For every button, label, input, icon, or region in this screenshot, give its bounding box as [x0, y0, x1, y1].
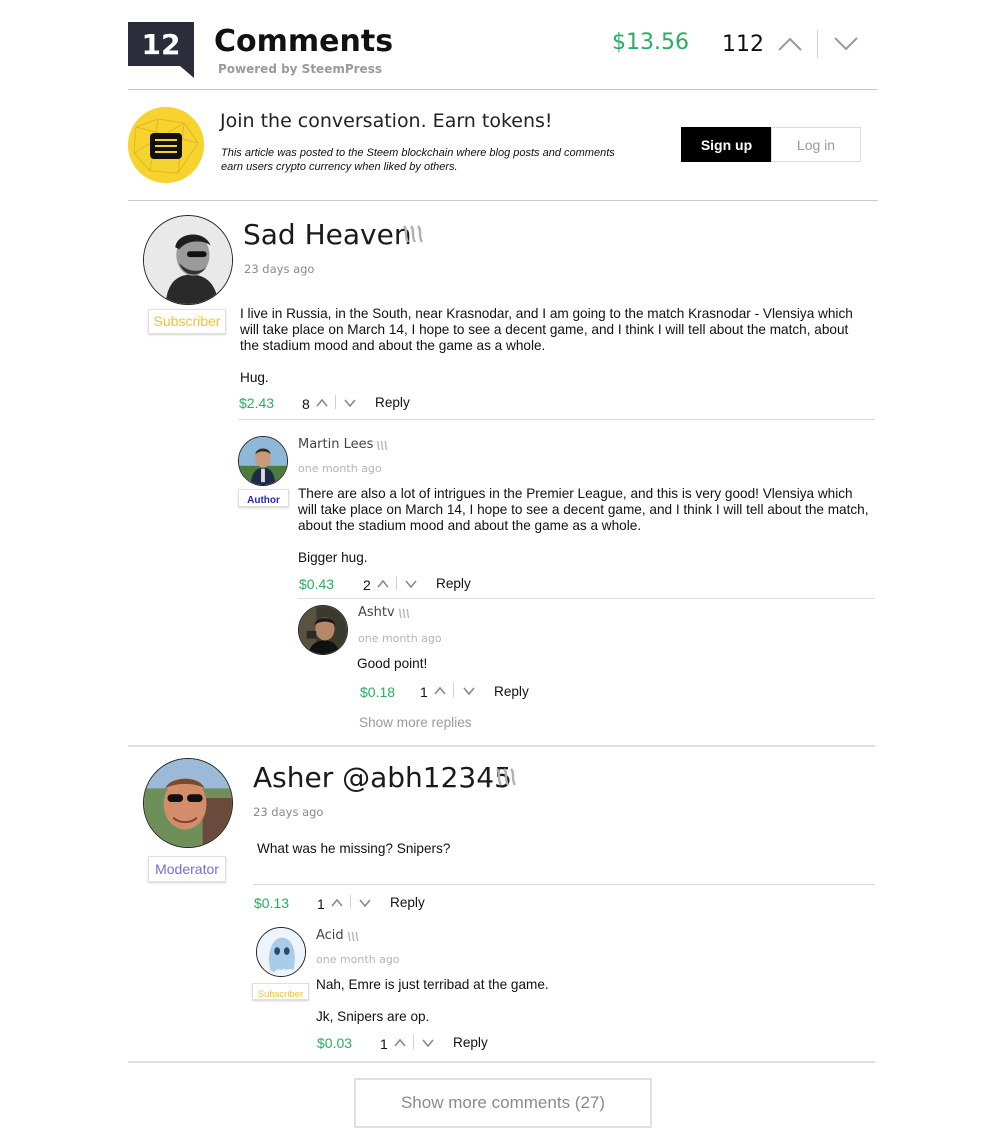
chevron-up-icon[interactable] [331, 897, 343, 909]
comment-time: one month ago [298, 462, 382, 475]
comment-author[interactable]: Ashtv [358, 605, 395, 620]
comment-author[interactable]: Martin Lees [298, 437, 373, 452]
comment-divider [298, 598, 875, 599]
comment-payout[interactable]: $0.43 [299, 576, 334, 592]
comment-divider [128, 745, 875, 747]
show-more-replies-link[interactable]: Show more replies [359, 715, 472, 730]
comment-vote-count: 1 [317, 896, 325, 912]
steem-icon [403, 225, 424, 243]
steem-menu-logo-icon [128, 107, 204, 183]
join-subtitle: This article was posted to the Steem blo… [221, 147, 615, 173]
moderator-badge: Moderator [148, 856, 226, 882]
chevron-up-icon[interactable] [316, 397, 328, 409]
chevron-up-icon[interactable] [434, 685, 446, 697]
subscriber-badge: Subscriber [148, 309, 226, 334]
chevron-down-icon[interactable] [405, 578, 417, 590]
page-title: Comments [214, 24, 394, 59]
comment-text: What was he missing? Snipers? [257, 841, 451, 856]
comment-vote-count: 1 [420, 684, 428, 700]
reply-button[interactable]: Reply [390, 895, 425, 910]
comment-count: 12 [141, 27, 181, 61]
avatar[interactable] [143, 215, 233, 305]
avatar[interactable] [238, 436, 288, 486]
comment-text: There are also a lot of intrigues in the… [298, 486, 869, 533]
avatar[interactable] [256, 927, 306, 977]
reply-button[interactable]: Reply [494, 684, 529, 699]
comment-text: Jk, Snipers are op. [316, 1009, 430, 1024]
badge-label: Subscriber [257, 989, 304, 1000]
comment-payout[interactable]: $2.43 [239, 395, 274, 411]
signup-button[interactable]: Sign up [681, 127, 772, 162]
author-badge: Author [238, 489, 289, 507]
comment-vote-count: 1 [380, 1036, 388, 1052]
steem-icon [398, 608, 410, 619]
chevron-down-icon[interactable] [422, 1037, 434, 1049]
subscriber-badge: Subscriber [252, 983, 309, 1000]
steem-icon [496, 768, 517, 786]
comment-vote-count: 2 [363, 577, 371, 593]
chevron-down-icon[interactable] [463, 685, 475, 697]
comment-count-tail [180, 66, 194, 78]
avatar[interactable] [143, 758, 233, 848]
comment-time: 23 days ago [253, 805, 324, 819]
comment-text: I live in Russia, in the South, near Kra… [240, 306, 853, 353]
comment-time: one month ago [358, 632, 442, 645]
vote-divider [350, 895, 351, 909]
comment-payout[interactable]: $0.03 [317, 1035, 352, 1051]
badge-label: Moderator [155, 861, 219, 877]
chevron-down-icon[interactable] [832, 30, 860, 58]
steem-icon [347, 931, 359, 942]
comment-author[interactable]: Asher @abh12345 [253, 761, 512, 794]
comment-count-box: 12 [128, 22, 194, 66]
comment-divider [238, 419, 875, 420]
chevron-down-icon[interactable] [344, 397, 356, 409]
chevron-up-icon[interactable] [377, 578, 389, 590]
comment-divider [128, 1061, 875, 1063]
chevron-up-icon[interactable] [776, 30, 804, 58]
comment-payout[interactable]: $0.18 [360, 684, 395, 700]
reply-button[interactable]: Reply [436, 576, 471, 591]
comment-time: 23 days ago [244, 262, 315, 276]
comment-vote-count: 8 [302, 396, 310, 412]
badge-label: Author [247, 495, 280, 506]
header-divider [128, 89, 878, 90]
vote-divider [335, 395, 336, 409]
vote-divider [396, 576, 397, 590]
comment-author[interactable]: Sad Heaven [243, 218, 412, 251]
vote-divider [453, 683, 454, 697]
badge-label: Subscriber [153, 313, 221, 329]
comment-time: one month ago [316, 953, 400, 966]
reply-button[interactable]: Reply [375, 395, 410, 410]
vote-divider [817, 30, 818, 58]
comment-text: Hug. [240, 370, 269, 385]
comment-text: Good point! [357, 656, 428, 671]
login-button[interactable]: Log in [771, 127, 861, 162]
vote-divider [413, 1035, 414, 1049]
join-title: Join the conversation. Earn tokens! [220, 110, 553, 132]
avatar[interactable] [298, 605, 348, 655]
post-vote-count[interactable]: 112 [722, 32, 764, 57]
powered-by-link[interactable]: Powered by SteemPress [218, 62, 382, 76]
steem-icon [376, 440, 388, 451]
reply-button[interactable]: Reply [453, 1035, 488, 1050]
comment-text: Nah, Emre is just terribad at the game. [316, 977, 549, 992]
post-payout[interactable]: $13.56 [612, 30, 689, 55]
comment-divider [253, 884, 875, 885]
comment-payout[interactable]: $0.13 [254, 895, 289, 911]
comment-text: Bigger hug. [298, 550, 368, 565]
show-more-comments-button[interactable]: Show more comments (27) [354, 1078, 652, 1128]
comment-author[interactable]: Acid [316, 928, 344, 943]
banner-divider [128, 200, 878, 201]
chevron-down-icon[interactable] [359, 897, 371, 909]
chevron-up-icon[interactable] [394, 1037, 406, 1049]
